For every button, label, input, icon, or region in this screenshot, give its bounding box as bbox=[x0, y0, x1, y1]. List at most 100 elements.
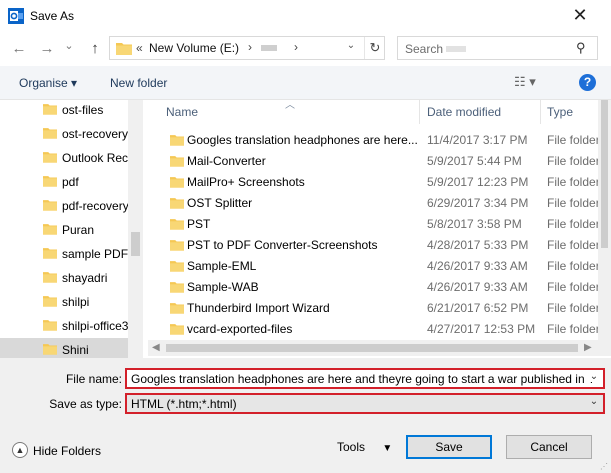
vertical-scrollbar-thumb[interactable] bbox=[601, 100, 608, 248]
refresh-icon[interactable]: ↻ bbox=[364, 37, 385, 59]
forward-arrow-icon[interactable]: → bbox=[38, 40, 56, 58]
save-button[interactable]: Save bbox=[406, 435, 492, 459]
file-date: 4/28/2017 5:33 PM bbox=[427, 238, 529, 252]
sidebar-item-label: shilpi bbox=[62, 295, 90, 309]
breadcrumb-overflow[interactable]: « bbox=[136, 41, 143, 55]
sidebar-item[interactable]: pdf bbox=[0, 170, 128, 194]
recent-locations-chevron-icon[interactable]: ⌄ bbox=[60, 37, 78, 55]
chevron-down-icon[interactable]: ⌄ bbox=[588, 396, 600, 407]
address-dropdown-icon[interactable]: ⌄ bbox=[342, 40, 360, 51]
title-bar: Save As ✕ bbox=[0, 0, 611, 32]
column-header-date[interactable]: Date modified bbox=[420, 100, 540, 124]
table-row[interactable]: Sample-EML 4/26/2017 9:33 AM File folder bbox=[163, 256, 603, 277]
breadcrumb-volume[interactable]: New Volume (E:) bbox=[149, 41, 239, 55]
file-list-vertical-scrollbar[interactable] bbox=[598, 100, 611, 340]
table-row[interactable]: PST to PDF Converter-Screenshots 4/28/20… bbox=[163, 235, 603, 256]
search-box[interactable]: Search ⚲ bbox=[397, 36, 598, 60]
back-arrow-icon[interactable]: ← bbox=[10, 40, 28, 58]
folder-icon bbox=[170, 177, 184, 188]
folder-icon bbox=[170, 282, 184, 293]
folder-icon bbox=[170, 324, 184, 335]
hide-folders-label: Hide Folders bbox=[33, 444, 102, 458]
file-list-horizontal-scrollbar[interactable]: ◀ ▶ bbox=[148, 340, 611, 356]
organise-button[interactable]: Organise ▾ bbox=[19, 76, 77, 90]
file-name: Sample-EML bbox=[187, 259, 257, 273]
table-row[interactable]: Mail-Converter 5/9/2017 5:44 PM File fol… bbox=[163, 151, 603, 172]
table-row[interactable]: MailPro+ Screenshots 5/9/2017 12:23 PM F… bbox=[163, 172, 603, 193]
sidebar-item[interactable]: ost-files bbox=[0, 100, 128, 122]
breadcrumb-separator[interactable]: › bbox=[248, 40, 252, 54]
sidebar-item-selected[interactable]: Shini bbox=[0, 338, 128, 358]
help-icon[interactable]: ? bbox=[579, 74, 596, 91]
tools-menu-button[interactable]: Tools ▼ bbox=[337, 440, 392, 454]
file-name: Googles translation headphones are here.… bbox=[187, 133, 417, 147]
horizontal-scrollbar-thumb[interactable] bbox=[166, 344, 578, 352]
sidebar-scrollbar-thumb[interactable] bbox=[131, 232, 140, 256]
sidebar-item-label: ost-recovery bbox=[62, 127, 129, 141]
table-row[interactable]: PST 5/8/2017 3:58 PM File folder bbox=[163, 214, 603, 235]
table-row[interactable]: vcard-exported-files 4/27/2017 12:53 PM … bbox=[163, 319, 603, 340]
file-name: PST to PDF Converter-Screenshots bbox=[187, 238, 378, 252]
folder-icon bbox=[170, 303, 184, 314]
view-options-icon[interactable]: ☷ ▾ bbox=[514, 74, 536, 90]
folder-icon bbox=[43, 296, 57, 307]
tools-label: Tools bbox=[337, 440, 366, 454]
file-date: 11/4/2017 3:17 PM bbox=[427, 133, 528, 147]
table-row[interactable]: Googles translation headphones are here.… bbox=[163, 130, 603, 151]
address-bar[interactable]: « New Volume (E:) › › ⌄ ↻ bbox=[109, 36, 385, 60]
search-placeholder: Search bbox=[405, 42, 444, 56]
sidebar-item-label: pdf bbox=[62, 175, 79, 189]
scroll-right-icon[interactable]: ▶ bbox=[584, 342, 592, 353]
folder-icon bbox=[170, 240, 184, 251]
table-row[interactable]: Thunderbird Import Wizard 6/21/2017 6:52… bbox=[163, 298, 603, 319]
folder-icon bbox=[43, 224, 57, 235]
sidebar-item[interactable]: ost-recovery bbox=[0, 122, 128, 146]
sidebar-item-label: pdf-recovery bbox=[62, 199, 129, 213]
chevron-up-icon: ▲ bbox=[12, 442, 28, 458]
folder-icon bbox=[170, 261, 184, 272]
file-type: File folder bbox=[547, 196, 600, 210]
file-type: File folder bbox=[547, 259, 600, 273]
file-type: File folder bbox=[547, 175, 600, 189]
folder-icon bbox=[170, 219, 184, 230]
sidebar-item-label: ost-files bbox=[62, 103, 104, 117]
table-row[interactable]: OST Splitter 6/29/2017 3:34 PM File fold… bbox=[163, 193, 603, 214]
folder-icon bbox=[43, 152, 57, 163]
close-icon[interactable]: ✕ bbox=[565, 6, 595, 26]
sidebar-item[interactable]: pdf-recovery bbox=[0, 194, 129, 218]
scroll-left-icon[interactable]: ◀ bbox=[152, 342, 160, 353]
column-header-name[interactable]: Name bbox=[148, 100, 418, 124]
file-name-label: File name: bbox=[65, 372, 122, 386]
file-type: File folder bbox=[547, 238, 600, 252]
up-arrow-icon[interactable]: ↑ bbox=[86, 40, 104, 58]
file-date: 4/26/2017 9:33 AM bbox=[427, 259, 528, 273]
file-name-field[interactable]: Googles translation headphones are here … bbox=[125, 368, 605, 389]
folder-icon bbox=[43, 320, 57, 331]
sidebar-scrollbar[interactable] bbox=[128, 100, 143, 358]
sidebar-item[interactable]: sample PDF bbox=[0, 242, 128, 266]
search-icon[interactable]: ⚲ bbox=[576, 40, 586, 56]
sidebar-item[interactable]: Outlook Rec bbox=[0, 146, 128, 170]
file-type: File folder bbox=[547, 217, 600, 231]
breadcrumb-redacted bbox=[261, 45, 277, 51]
file-date: 5/9/2017 12:23 PM bbox=[427, 175, 529, 189]
sidebar-item[interactable]: shilpi-office3 bbox=[0, 314, 128, 338]
new-folder-button[interactable]: New folder bbox=[110, 76, 167, 90]
breadcrumb-separator[interactable]: › bbox=[294, 40, 298, 54]
folder-icon bbox=[43, 272, 57, 283]
sidebar-item[interactable]: shilpi bbox=[0, 290, 128, 314]
sidebar-item-label: sample PDF bbox=[62, 247, 129, 261]
cancel-button[interactable]: Cancel bbox=[506, 435, 592, 459]
sidebar-item[interactable]: Puran bbox=[0, 218, 128, 242]
resize-grip-icon[interactable]: ⋰ bbox=[600, 462, 608, 471]
save-type-select[interactable]: HTML (*.htm;*.html) ⌄ bbox=[125, 393, 605, 414]
chevron-down-icon[interactable]: ⌄ bbox=[588, 371, 600, 382]
navigation-pane: ost-files ost-recovery Outlook Rec pdf p… bbox=[0, 100, 143, 358]
file-name: PST bbox=[187, 217, 211, 231]
sidebar-item[interactable]: shayadri bbox=[0, 266, 128, 290]
table-row[interactable]: Sample-WAB 4/26/2017 9:33 AM File folder bbox=[163, 277, 603, 298]
folder-icon bbox=[43, 200, 57, 211]
save-type-value: HTML (*.htm;*.html) bbox=[131, 397, 237, 411]
sidebar-item-label: Puran bbox=[62, 223, 95, 237]
folder-icon bbox=[43, 176, 57, 187]
